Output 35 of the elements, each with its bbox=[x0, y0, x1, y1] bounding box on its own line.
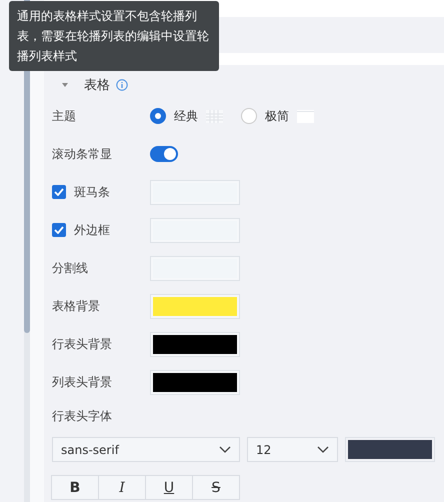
checkbox-label[interactable]: 斑马条 bbox=[74, 184, 110, 200]
color-swatch[interactable] bbox=[150, 332, 240, 356]
field-label: 行表头背景 bbox=[52, 336, 112, 352]
field-label: 行表头字体 bbox=[52, 408, 112, 424]
tooltip: 通用的表格样式设置不包含轮播列表，需要在轮播列表的编辑中设置轮播列表样式 bbox=[9, 1, 219, 71]
toggle-switch[interactable] bbox=[150, 146, 178, 162]
font-color-swatch[interactable] bbox=[345, 437, 435, 462]
option-label[interactable]: 经典 bbox=[174, 108, 198, 124]
checkbox[interactable] bbox=[52, 223, 66, 237]
field-label: 列表头背景 bbox=[52, 374, 112, 390]
underline-button[interactable]: U bbox=[145, 475, 193, 500]
checkbox-label[interactable]: 外边框 bbox=[74, 222, 110, 238]
field-label: 滚动条常显 bbox=[52, 146, 112, 162]
italic-button[interactable]: I bbox=[98, 475, 146, 500]
field-label: 分割线 bbox=[52, 260, 88, 276]
font-family-select[interactable]: sans-serif bbox=[52, 437, 240, 462]
section-header[interactable]: 表格 bbox=[52, 73, 436, 97]
color-swatch[interactable] bbox=[150, 294, 240, 318]
color-swatch[interactable] bbox=[150, 218, 240, 242]
chevron-down-icon bbox=[219, 446, 231, 454]
info-icon[interactable] bbox=[116, 79, 128, 91]
radio-button[interactable] bbox=[150, 108, 166, 124]
section-title: 表格 bbox=[84, 77, 110, 94]
strike-button[interactable]: S bbox=[192, 475, 240, 500]
field-label: 主题 bbox=[52, 108, 76, 124]
option-label[interactable]: 极简 bbox=[265, 108, 289, 124]
color-swatch[interactable] bbox=[150, 180, 240, 204]
field-label: 表格背景 bbox=[52, 298, 100, 314]
plain-table-icon bbox=[297, 110, 314, 122]
bold-button[interactable]: B bbox=[51, 475, 99, 500]
color-swatch[interactable] bbox=[150, 256, 240, 280]
chevron-down-icon bbox=[317, 446, 329, 454]
color-swatch[interactable] bbox=[150, 370, 240, 394]
font-size-select[interactable]: 12 bbox=[247, 437, 338, 462]
checkbox[interactable] bbox=[52, 185, 66, 199]
